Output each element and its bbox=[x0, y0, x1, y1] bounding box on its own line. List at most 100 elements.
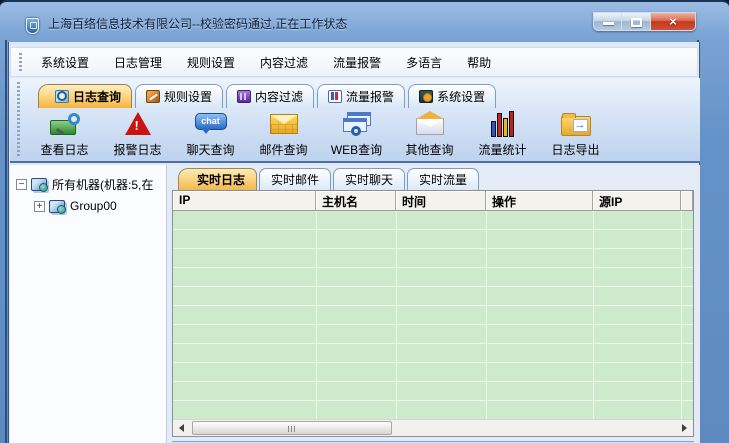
scrollbar-thumb[interactable] bbox=[192, 421, 392, 435]
tab-log-query[interactable]: 日志查询 bbox=[38, 84, 133, 108]
menu-content-filter[interactable]: 内容过滤 bbox=[251, 50, 317, 75]
minimize-icon bbox=[603, 22, 614, 25]
content-area: − 所有机器(机器:5,在 + Group00 实时日志 实时邮件 实时聊天 实… bbox=[10, 165, 700, 443]
web-query-icon bbox=[341, 111, 373, 136]
menu-log-management[interactable]: 日志管理 bbox=[105, 50, 171, 75]
rule-settings-icon bbox=[146, 90, 161, 103]
exclamation-glyph: ! bbox=[134, 118, 139, 133]
menubar-drag-handle[interactable] bbox=[19, 53, 22, 71]
minimize-button[interactable] bbox=[593, 12, 622, 31]
tab-content-filter[interactable]: 内容过滤 bbox=[226, 84, 315, 108]
export-arrow-icon: → bbox=[572, 118, 588, 132]
close-icon: × bbox=[669, 14, 677, 29]
titlebar: 上海百络信息技术有限公司--校验密码通过,正在工作状态 × bbox=[0, 2, 729, 42]
menu-system-settings[interactable]: 系统设置 bbox=[32, 50, 98, 75]
tool-label: 查看日志 bbox=[40, 143, 89, 157]
tab-label: 日志查询 bbox=[73, 90, 122, 104]
menu-help[interactable]: 帮助 bbox=[458, 50, 500, 75]
tab-traffic-alarm[interactable]: 流量报警 bbox=[317, 84, 406, 108]
column-header-ip[interactable]: IP bbox=[173, 191, 316, 210]
menu-bar: 系统设置 日志管理 规则设置 内容过滤 流量报警 多语言 帮助 bbox=[10, 47, 698, 77]
tool-label: 聊天查询 bbox=[186, 143, 235, 157]
tab-label: 内容过滤 bbox=[255, 90, 304, 104]
traffic-alarm-icon bbox=[328, 90, 343, 103]
toolbar-drag-handle[interactable] bbox=[17, 82, 20, 156]
app-shield-icon bbox=[26, 18, 39, 34]
column-header-time[interactable]: 时间 bbox=[396, 191, 486, 210]
log-query-icon bbox=[55, 90, 69, 103]
view-log-icon bbox=[49, 112, 80, 135]
tab-realtime-chat[interactable]: 实时聊天 bbox=[333, 168, 406, 190]
main-tab-strip: 日志查询 规则设置 内容过滤 流量报警 系统设置 bbox=[38, 81, 499, 108]
tool-label: 报警日志 bbox=[113, 143, 162, 157]
tree-item-label: Group00 bbox=[70, 199, 117, 213]
mail-query-icon bbox=[269, 113, 298, 134]
tool-label: 流量统计 bbox=[478, 143, 527, 157]
tool-label: 邮件查询 bbox=[259, 143, 308, 157]
collapse-box-icon[interactable]: − bbox=[16, 178, 27, 190]
column-header-operation[interactable]: 操作 bbox=[486, 191, 593, 210]
content-filter-icon bbox=[237, 90, 252, 103]
window-left-border bbox=[5, 40, 7, 443]
tab-realtime-traffic[interactable]: 实时流量 bbox=[407, 168, 480, 190]
tool-label: 日志导出 bbox=[551, 143, 600, 157]
system-settings-icon bbox=[419, 90, 434, 103]
ribbon-band: 日志查询 规则设置 内容过滤 流量报警 系统设置 查看日志 ! 报警日志 cha… bbox=[10, 78, 700, 163]
tab-rule-settings[interactable]: 规则设置 bbox=[135, 84, 224, 108]
grid-line bbox=[486, 211, 487, 419]
tree-item-all-machines[interactable]: − 所有机器(机器:5,在 bbox=[10, 173, 166, 195]
view-log-button[interactable]: 查看日志 bbox=[28, 109, 101, 161]
column-header-corner bbox=[681, 191, 693, 210]
grid-line bbox=[396, 211, 397, 419]
client-area: 系统设置 日志管理 规则设置 内容过滤 流量报警 多语言 帮助 日志查询 规则设… bbox=[8, 42, 700, 443]
window-controls: × bbox=[593, 12, 696, 31]
network-computers-icon bbox=[31, 177, 48, 192]
log-tab-label: 实时邮件 bbox=[271, 173, 320, 187]
network-computers-icon bbox=[49, 199, 66, 214]
alarm-log-button[interactable]: ! 报警日志 bbox=[101, 109, 174, 161]
traffic-stats-button[interactable]: 流量统计 bbox=[466, 109, 539, 161]
toolbar: 查看日志 ! 报警日志 chat 聊天查询 邮件查询 WEB查询 其他查询 流量… bbox=[28, 109, 612, 161]
grid-line bbox=[316, 211, 317, 419]
web-query-button[interactable]: WEB查询 bbox=[320, 109, 393, 161]
log-tab-strip: 实时日志 实时邮件 实时聊天 实时流量 bbox=[178, 167, 481, 190]
tab-realtime-mail[interactable]: 实时邮件 bbox=[259, 168, 332, 190]
horizontal-scrollbar[interactable] bbox=[173, 419, 693, 436]
window-title: 上海百络信息技术有限公司--校验密码通过,正在工作状态 bbox=[48, 17, 348, 31]
scroll-right-button[interactable] bbox=[676, 420, 693, 436]
alarm-log-icon: ! bbox=[124, 112, 151, 135]
tab-realtime-log[interactable]: 实时日志 bbox=[178, 168, 258, 190]
tab-label: 规则设置 bbox=[164, 90, 213, 104]
arrow-right-icon bbox=[682, 424, 687, 432]
other-query-icon bbox=[415, 111, 444, 135]
menu-rule-settings[interactable]: 规则设置 bbox=[178, 50, 244, 75]
expand-box-icon[interactable]: + bbox=[34, 200, 45, 212]
tab-system-settings[interactable]: 系统设置 bbox=[408, 84, 497, 108]
tab-label: 系统设置 bbox=[437, 90, 486, 104]
table-body-empty bbox=[173, 211, 693, 419]
chat-query-button[interactable]: chat 聊天查询 bbox=[174, 109, 247, 161]
tree-item-group00[interactable]: + Group00 bbox=[10, 195, 166, 217]
scroll-left-button[interactable] bbox=[173, 420, 190, 436]
log-tab-label: 实时日志 bbox=[197, 173, 246, 187]
column-header-hostname[interactable]: 主机名 bbox=[316, 191, 396, 210]
log-view-panel: 实时日志 实时邮件 实时聊天 实时流量 IP 主机名 时间 操作 源IP bbox=[172, 165, 694, 443]
grid-line bbox=[681, 211, 682, 419]
menu-traffic-alarm[interactable]: 流量报警 bbox=[324, 50, 390, 75]
close-button[interactable]: × bbox=[651, 12, 696, 31]
table-header-row: IP 主机名 时间 操作 源IP bbox=[173, 191, 693, 211]
log-export-button[interactable]: → 日志导出 bbox=[539, 109, 612, 161]
tab-label: 流量报警 bbox=[346, 90, 395, 104]
app-window: 上海百络信息技术有限公司--校验密码通过,正在工作状态 × 系统设置 日志管理 … bbox=[0, 0, 729, 443]
machine-tree-panel: − 所有机器(机器:5,在 + Group00 bbox=[10, 165, 167, 443]
realtime-log-table: IP 主机名 时间 操作 源IP bbox=[172, 190, 694, 437]
chat-query-icon: chat bbox=[194, 112, 227, 134]
menu-language[interactable]: 多语言 bbox=[397, 50, 451, 75]
maximize-button[interactable] bbox=[622, 12, 651, 31]
tool-label: WEB查询 bbox=[330, 143, 383, 157]
tool-label: 其他查询 bbox=[405, 143, 454, 157]
mail-query-button[interactable]: 邮件查询 bbox=[247, 109, 320, 161]
column-header-source-ip[interactable]: 源IP bbox=[593, 191, 681, 210]
log-export-icon: → bbox=[560, 112, 591, 136]
other-query-button[interactable]: 其他查询 bbox=[393, 109, 466, 161]
